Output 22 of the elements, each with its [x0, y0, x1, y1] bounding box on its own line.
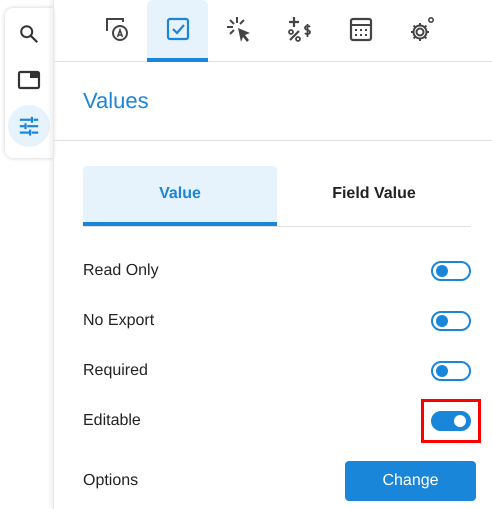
value-tab[interactable]: Value: [83, 166, 277, 226]
toggle-label: Read Only: [83, 262, 159, 280]
calculator-symbols-icon: [286, 15, 314, 43]
sliders-icon: [18, 115, 40, 137]
value-tab[interactable]: Field Value: [277, 166, 471, 226]
toggle-switch[interactable]: [431, 361, 471, 381]
options-label: Options: [83, 472, 138, 490]
cursor-click-icon: [224, 15, 252, 43]
calculator-icon: [348, 16, 374, 42]
toggle-switch[interactable]: [431, 411, 471, 431]
toggle-label: Required: [83, 362, 148, 380]
window-icon: [17, 69, 41, 91]
search-icon: [18, 23, 40, 45]
change-button[interactable]: Change: [345, 461, 476, 501]
section-title: Values: [83, 88, 149, 114]
toggle-label: No Export: [83, 312, 154, 330]
toggle-switch[interactable]: [431, 261, 471, 281]
sliders-button[interactable]: [8, 105, 50, 147]
checkbox-tab[interactable]: [147, 0, 208, 62]
checkbox-icon: [164, 16, 190, 42]
toggle-switch[interactable]: [431, 311, 471, 331]
toggle-label: Editable: [83, 412, 141, 430]
